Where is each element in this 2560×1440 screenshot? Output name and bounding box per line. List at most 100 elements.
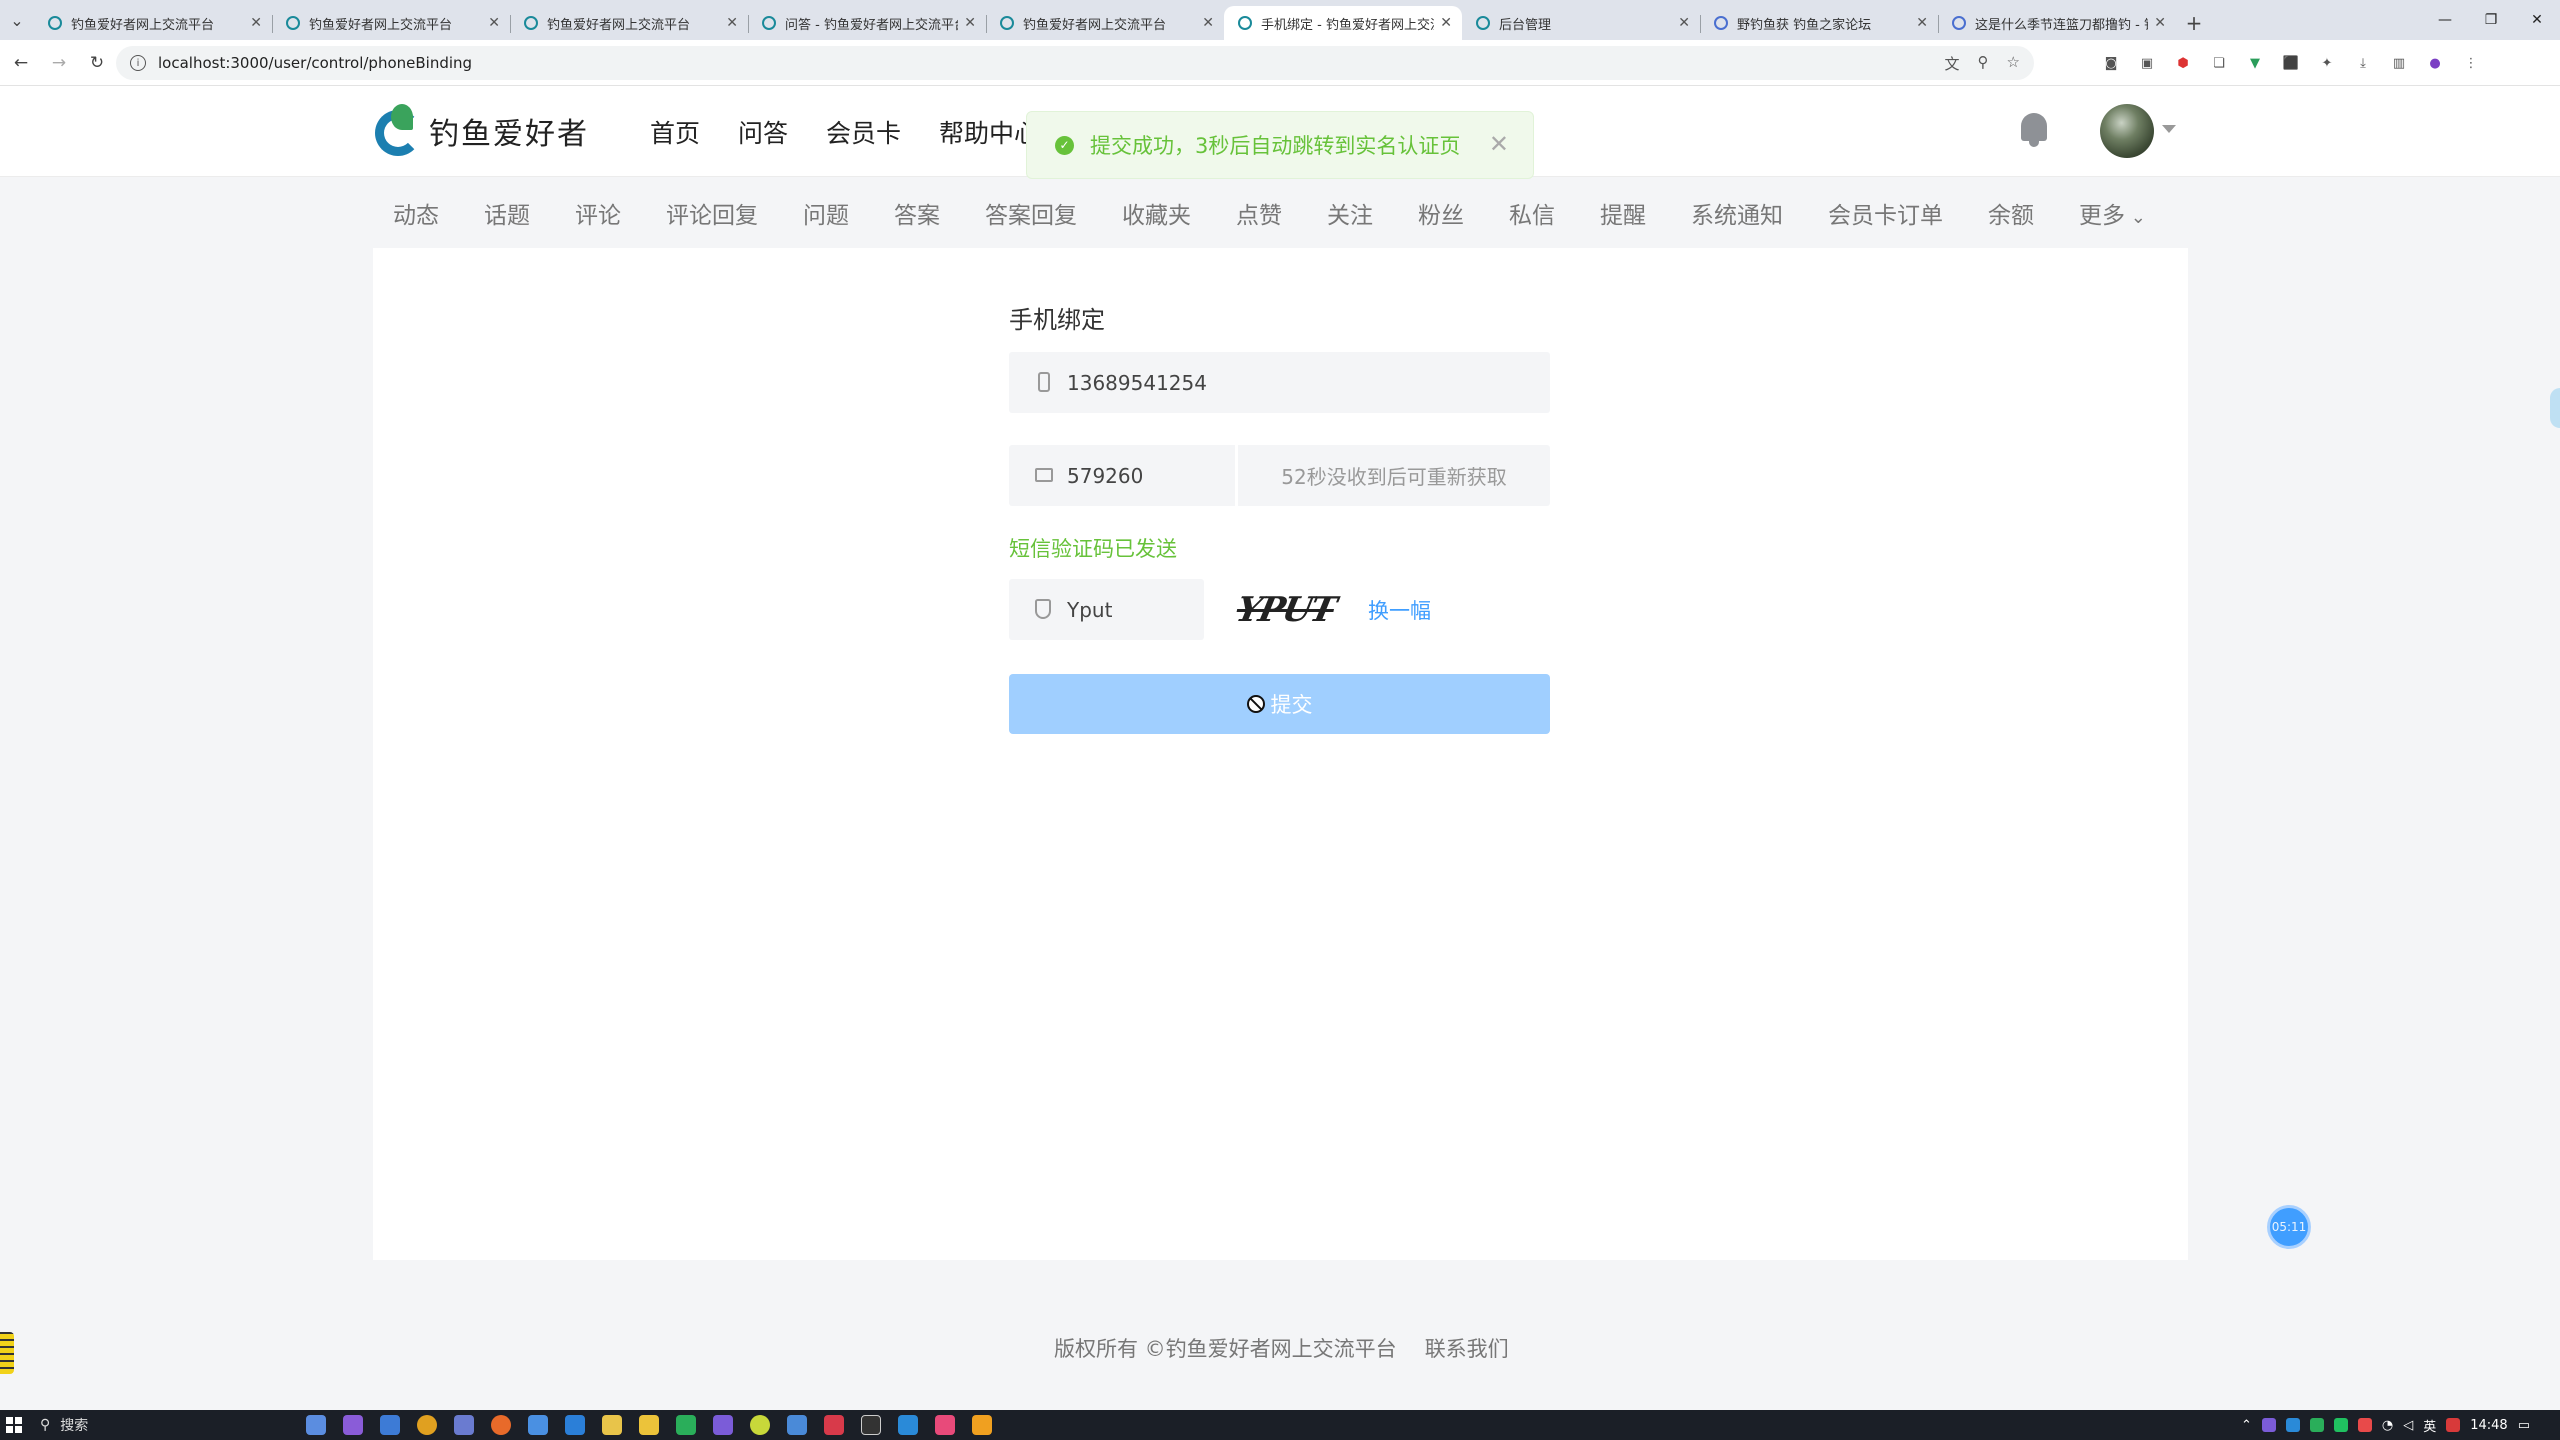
subnav-item[interactable]: 系统通知 [1691, 196, 1783, 230]
subnav-item[interactable]: 答案 [894, 196, 940, 230]
reload-icon[interactable]: ↻ [80, 46, 114, 80]
taskbar-app-icon[interactable] [750, 1415, 770, 1435]
close-icon[interactable]: ✕ [964, 15, 976, 31]
tab-search-icon[interactable]: ⌄ [0, 0, 34, 40]
close-icon[interactable]: ✕ [2154, 15, 2166, 31]
site-logo[interactable]: 钓鱼爱好者 [375, 104, 589, 158]
close-icon[interactable]: ✕ [1440, 15, 1452, 31]
contact-link[interactable]: 联系我们 [1425, 1333, 1509, 1363]
subnav-item[interactable]: 会员卡订单 [1828, 196, 1943, 230]
camera-icon[interactable]: ◙ [2100, 52, 2122, 74]
tray-app-icon[interactable] [2309, 1418, 2324, 1432]
captcha-refresh-link[interactable]: 换一幅 [1368, 595, 1431, 625]
browser-tab[interactable]: 野钓鱼获 钓鱼之家论坛 ✕ [1700, 6, 1938, 40]
close-window-icon[interactable]: ✕ [2514, 0, 2560, 40]
avatar[interactable] [2100, 104, 2154, 158]
subnav-item[interactable]: 关注 [1327, 196, 1373, 230]
taskbar-app-icon[interactable] [306, 1415, 326, 1435]
subnav-item[interactable]: 粉丝 [1418, 196, 1464, 230]
taskbar-app-icon[interactable] [602, 1415, 622, 1435]
close-icon[interactable]: ✕ [1678, 15, 1690, 31]
submit-button[interactable]: 提交 [1009, 674, 1550, 734]
taskbar-app-icon[interactable] [528, 1415, 548, 1435]
nav-membership[interactable]: 会员卡 [826, 114, 901, 150]
subnav-item[interactable]: 私信 [1509, 196, 1555, 230]
close-icon[interactable]: ✕ [250, 15, 262, 31]
taskbar-app-icon[interactable] [343, 1415, 363, 1435]
taskbar-app-icon[interactable] [713, 1415, 733, 1435]
site-info-icon[interactable]: i [130, 55, 146, 71]
taskbar-app-icon[interactable] [898, 1415, 918, 1435]
tray-app-icon[interactable] [2333, 1418, 2348, 1432]
download-icon[interactable]: ⤓ [2352, 52, 2374, 74]
translate-icon[interactable]: 文 [1945, 53, 1960, 74]
nav-home[interactable]: 首页 [650, 114, 700, 150]
image-icon[interactable]: ▣ [2136, 52, 2158, 74]
subnav-item[interactable]: 点赞 [1236, 196, 1282, 230]
sidebar-icon[interactable]: ▥ [2388, 52, 2410, 74]
nav-help[interactable]: 帮助中心 [939, 114, 1039, 150]
subnav-item[interactable]: 余额 [1988, 196, 2034, 230]
subnav-item[interactable]: 收藏夹 [1122, 196, 1191, 230]
subnav-more[interactable]: 更多 [2079, 196, 2146, 230]
nav-qa[interactable]: 问答 [738, 114, 788, 150]
bell-icon[interactable] [2018, 113, 2050, 149]
shield-ext-icon[interactable]: ⬢ [2172, 52, 2194, 74]
taskbar-app-icon[interactable] [565, 1415, 585, 1435]
profile-icon[interactable]: ● [2424, 52, 2446, 74]
windows-start-icon[interactable] [6, 1417, 22, 1433]
close-icon[interactable]: ✕ [1489, 130, 1509, 158]
zoom-icon[interactable]: ⚲ [1978, 53, 1989, 74]
timer-bubble[interactable]: 05:11 [2267, 1205, 2311, 1249]
copy-icon[interactable]: ❏ [2208, 52, 2230, 74]
sms-code-input[interactable]: 579260 52秒没收到后可重新获取 [1009, 445, 1550, 506]
subnav-item[interactable]: 问题 [803, 196, 849, 230]
captcha-image[interactable]: YPUT [1220, 585, 1350, 635]
bookmark-star-icon[interactable]: ☆ [2007, 53, 2020, 74]
subnav-item[interactable]: 评论 [575, 196, 621, 230]
tray-app-icon[interactable] [2446, 1418, 2461, 1432]
browser-tab[interactable]: 后台管理 ✕ [1462, 6, 1700, 40]
browser-tab[interactable]: 钓鱼爱好者网上交流平台 ✕ [510, 6, 748, 40]
close-icon[interactable]: ✕ [488, 15, 500, 31]
caret-down-icon[interactable] [2162, 125, 2176, 133]
tray-app-icon[interactable] [2357, 1418, 2372, 1432]
tray-app-icon[interactable] [2261, 1418, 2276, 1432]
close-icon[interactable]: ✕ [1202, 15, 1214, 31]
taskbar-app-icon[interactable] [824, 1415, 844, 1435]
ime-indicator[interactable]: 英 [2423, 1416, 2436, 1435]
menu-icon[interactable]: ⋮ [2460, 52, 2482, 74]
browser-tab[interactable]: 问答 - 钓鱼爱好者网上交流平台 ✕ [748, 6, 986, 40]
subnav-item[interactable]: 动态 [393, 196, 439, 230]
taskbar-app-icon[interactable] [454, 1415, 474, 1435]
vue-devtools-icon[interactable]: ▼ [2244, 52, 2266, 74]
tray-app-icon[interactable] [2285, 1418, 2300, 1432]
taskbar-app-icon[interactable] [787, 1415, 807, 1435]
taskbar-app-icon[interactable] [861, 1415, 881, 1435]
browser-tab[interactable]: 这是什么季节连篮刀都撸钓 - 钓 ✕ [1938, 6, 2176, 40]
browser-tab[interactable]: 钓鱼爱好者网上交流平台 ✕ [986, 6, 1224, 40]
minimize-icon[interactable]: — [2422, 0, 2468, 40]
chevron-up-icon[interactable]: ⌃ [2241, 1418, 2252, 1433]
subnav-item[interactable]: 提醒 [1600, 196, 1646, 230]
close-icon[interactable]: ✕ [1916, 15, 1928, 31]
translate-ext-icon[interactable]: ⬛ [2280, 52, 2302, 74]
browser-tab[interactable]: 钓鱼爱好者网上交流平台 ✕ [34, 6, 272, 40]
browser-tab[interactable]: 钓鱼爱好者网上交流平台 ✕ [272, 6, 510, 40]
back-icon[interactable]: ← [4, 46, 38, 80]
taskbar-app-icon[interactable] [676, 1415, 696, 1435]
taskbar-app-icon[interactable] [380, 1415, 400, 1435]
subnav-item[interactable]: 答案回复 [985, 196, 1077, 230]
phone-input[interactable]: 13689541254 [1009, 352, 1550, 413]
puzzle-icon[interactable]: ✦ [2316, 52, 2338, 74]
sticky-widget[interactable] [0, 1332, 14, 1374]
close-icon[interactable]: ✕ [726, 15, 738, 31]
taskbar-app-icon[interactable] [639, 1415, 659, 1435]
subnav-item[interactable]: 话题 [484, 196, 530, 230]
address-bar[interactable]: i localhost:3000/user/control/phoneBindi… [116, 46, 2034, 80]
browser-tab-active[interactable]: 手机绑定 - 钓鱼爱好者网上交流 ✕ [1224, 6, 1462, 40]
side-panel-tab[interactable] [2550, 388, 2560, 428]
volume-icon[interactable]: ◁ [2403, 1418, 2413, 1433]
taskbar-search[interactable]: ⚲ 搜索 [40, 1412, 290, 1438]
taskbar-app-icon[interactable] [417, 1415, 437, 1435]
